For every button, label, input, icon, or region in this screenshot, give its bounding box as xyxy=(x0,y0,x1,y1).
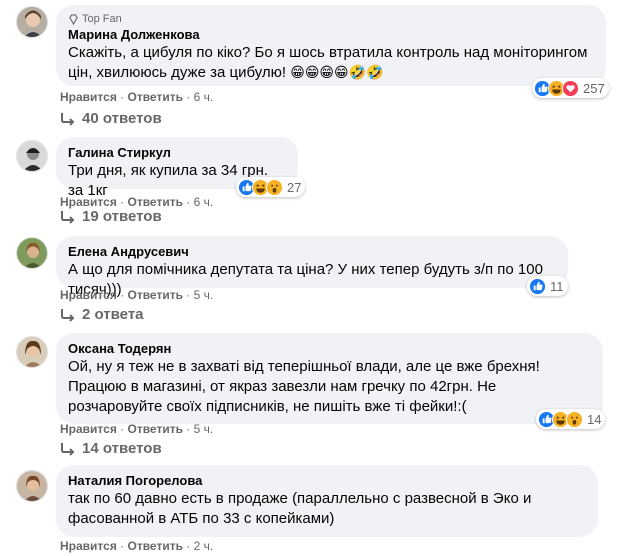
comment-bubble: Top Fan Марина Долженкова Скажіть, а циб… xyxy=(56,5,606,86)
like-link[interactable]: Нравится xyxy=(60,195,117,209)
reply-link[interactable]: Ответить xyxy=(128,90,183,104)
emoji-string: 😁😁😁😁🤣🤣 xyxy=(290,65,384,81)
replies-link[interactable]: 19 ответов xyxy=(60,208,162,225)
replies-count: 19 ответов xyxy=(82,208,162,225)
reply-arrow-icon xyxy=(61,308,75,322)
reaction-summary[interactable]: 27 xyxy=(236,177,306,197)
comment-actions: Нравится · Ответить · 5 ч. xyxy=(60,288,214,302)
wow-icon xyxy=(566,410,583,428)
avatar[interactable] xyxy=(16,6,48,38)
comment-text: Скажіть, а цибуля по кіко? Бо я шось втр… xyxy=(68,44,588,81)
replies-count: 40 ответов xyxy=(82,110,162,127)
love-icon xyxy=(562,79,579,97)
avatar[interactable] xyxy=(16,336,48,368)
like-link[interactable]: Нравится xyxy=(60,422,117,436)
wow-icon xyxy=(266,178,283,196)
timestamp[interactable]: 6 ч. xyxy=(194,90,214,104)
reaction-summary[interactable]: 257 xyxy=(532,78,609,98)
avatar[interactable] xyxy=(16,470,48,502)
comment-author[interactable]: Галина Стиркул xyxy=(68,144,286,161)
reply-link[interactable]: Ответить xyxy=(128,195,183,209)
avatar[interactable] xyxy=(16,140,48,172)
avatar[interactable] xyxy=(16,237,48,269)
comment-actions: Нравится · Ответить · 6 ч. xyxy=(60,90,214,104)
reply-link[interactable]: Ответить xyxy=(128,539,183,553)
comment-author[interactable]: Оксана Тодерян xyxy=(68,340,591,357)
like-icon xyxy=(529,277,546,295)
comment-author[interactable]: Елена Андрусевич xyxy=(68,243,556,260)
reaction-summary[interactable]: 11 xyxy=(527,276,568,296)
comment-text: так по 60 давно есть в продаже (параллел… xyxy=(68,490,532,527)
comment-author[interactable]: Марина Долженкова xyxy=(68,26,594,43)
reaction-summary[interactable]: 14 xyxy=(536,409,606,429)
replies-link[interactable]: 2 ответа xyxy=(60,306,144,323)
reply-link[interactable]: Ответить xyxy=(128,422,183,436)
comment-actions: Нравится · Ответить · 5 ч. xyxy=(60,422,214,436)
comment-author[interactable]: Наталия Погорелова xyxy=(68,472,586,489)
reaction-count: 14 xyxy=(587,411,602,427)
reply-arrow-icon xyxy=(61,112,75,126)
timestamp[interactable]: 6 ч. xyxy=(194,195,214,209)
comment-bubble: Оксана Тодерян Ой, ну я теж не в захваті… xyxy=(56,333,603,424)
reaction-count: 27 xyxy=(287,179,302,195)
timestamp[interactable]: 5 ч. xyxy=(194,422,214,436)
reaction-count: 257 xyxy=(583,80,605,96)
top-fan-badge: Top Fan xyxy=(68,12,594,26)
replies-count: 14 ответов xyxy=(82,440,162,457)
timestamp[interactable]: 5 ч. xyxy=(194,288,214,302)
replies-link[interactable]: 14 ответов xyxy=(60,440,162,457)
comment-bubble: Елена Андрусевич А що для помічника депу… xyxy=(56,236,568,298)
like-link[interactable]: Нравится xyxy=(60,539,117,553)
diamond-icon xyxy=(69,13,78,25)
replies-link[interactable]: 40 ответов xyxy=(60,110,162,127)
comment-text: Ой, ну я теж не в захваті від теперішньо… xyxy=(68,358,540,415)
reply-arrow-icon xyxy=(61,210,75,224)
timestamp[interactable]: 2 ч. xyxy=(194,539,214,553)
like-link[interactable]: Нравится xyxy=(60,288,117,302)
replies-count: 2 ответа xyxy=(82,306,144,323)
comment-bubble: Наталия Погорелова так по 60 давно есть … xyxy=(56,465,598,537)
like-link[interactable]: Нравится xyxy=(60,90,117,104)
comment-actions: Нравится · Ответить · 2 ч. xyxy=(60,539,214,553)
badge-label: Top Fan xyxy=(82,13,122,25)
reaction-count: 11 xyxy=(550,278,564,294)
reply-arrow-icon xyxy=(61,442,75,456)
reply-link[interactable]: Ответить xyxy=(128,288,183,302)
